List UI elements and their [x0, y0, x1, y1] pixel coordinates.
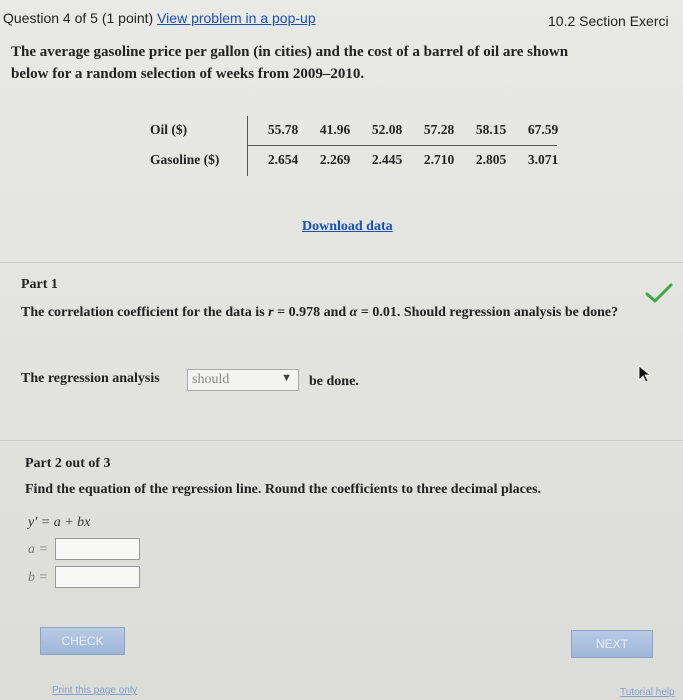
a-label: a =	[28, 542, 48, 557]
table-cell: 55.78	[267, 122, 299, 137]
table-cell: 2.654	[267, 152, 299, 167]
a-input[interactable]	[55, 538, 140, 560]
part2-label: Part 2 out of 3	[25, 456, 111, 471]
part1-question: The correlation coefficient for the data…	[21, 303, 671, 323]
row-values-oil: 55.78 41.96 52.08 57.28 58.15 67.59	[257, 122, 569, 138]
problem-intro: The average gasoline price per gallon (i…	[11, 44, 569, 82]
r-symbol: r	[268, 305, 274, 320]
part1-question-a: The correlation coefficient for the data…	[21, 305, 265, 320]
b-label: b =	[28, 570, 48, 585]
header-bar: Question 4 of 5 (1 point) View problem i…	[0, 0, 683, 36]
part1-question-c: = 0.01. Should regression analysis be do…	[360, 305, 619, 320]
question-title: Question 4 of 5 (1 point) View problem i…	[3, 10, 316, 26]
table-divider-horizontal	[247, 145, 557, 146]
table-divider-vertical	[247, 116, 248, 176]
table-cell: 57.28	[423, 122, 455, 137]
table-cell: 41.96	[319, 122, 351, 137]
table-cell: 67.59	[527, 122, 559, 137]
check-icon	[645, 283, 673, 303]
section-divider	[0, 440, 683, 441]
section-label: 10.2 Section Exerci	[548, 13, 669, 29]
alpha-symbol: α	[349, 305, 358, 320]
popup-link[interactable]: View problem in a pop-up	[157, 10, 316, 26]
table-cell: 2.269	[319, 152, 351, 167]
question-label: Question 4 of 5 (1 point)	[3, 10, 154, 26]
mouse-pointer-icon	[638, 365, 652, 383]
check-button[interactable]: CHECK	[40, 627, 125, 655]
regression-answer-suffix: be done.	[309, 374, 359, 389]
tutorial-help-link[interactable]: Tutorial help	[620, 687, 675, 698]
row-label-oil: Oil ($)	[150, 122, 188, 137]
section-divider	[0, 262, 683, 263]
table-cell: 2.805	[475, 152, 507, 167]
table-cell: 52.08	[371, 122, 403, 137]
regression-dropdown[interactable]: should ▼	[187, 369, 299, 391]
dropdown-value: should	[192, 372, 230, 387]
table-cell: 3.071	[527, 152, 559, 167]
table-cell: 58.15	[475, 122, 507, 137]
table-cell: 2.710	[423, 152, 455, 167]
chevron-down-icon: ▼	[281, 372, 292, 384]
part1-question-b: = 0.978 and	[277, 305, 347, 320]
row-values-gasoline: 2.654 2.269 2.445 2.710 2.805 3.071	[257, 152, 569, 168]
row-label-gasoline: Gasoline ($)	[150, 152, 220, 167]
next-button[interactable]: NEXT	[571, 630, 653, 658]
download-data-link[interactable]: Download data	[302, 219, 393, 235]
print-page-link[interactable]: Print this page only	[52, 685, 137, 696]
part1-label: Part 1	[21, 277, 58, 292]
b-input[interactable]	[55, 566, 140, 588]
part2-question: Find the equation of the regression line…	[25, 482, 542, 497]
table-cell: 2.445	[371, 152, 403, 167]
regression-formula: y′ = a + bx	[28, 515, 91, 530]
regression-answer-prefix: The regression analysis	[21, 371, 160, 386]
